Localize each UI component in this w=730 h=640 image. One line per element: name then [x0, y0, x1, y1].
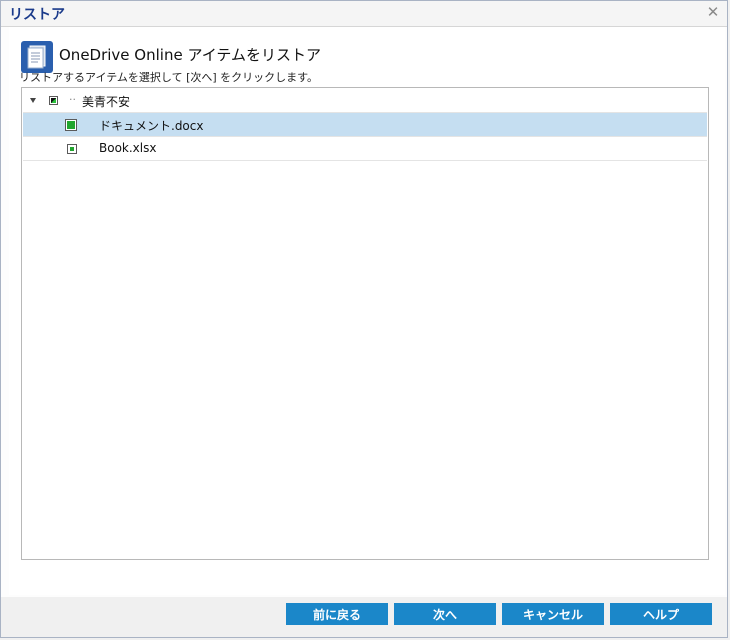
instruction-text: リストアするアイテムを選択して [次へ] をクリックします。 — [19, 71, 319, 84]
next-button[interactable]: 次へ — [394, 603, 496, 625]
close-icon[interactable]: ✕ — [705, 4, 721, 20]
tree-item-label: ドキュメント.docx — [99, 119, 204, 133]
dialog-footer: 前に戻る 次へ キャンセル ヘルプ — [1, 597, 727, 637]
tree-row-root[interactable]: ·· 美青不安 — [23, 89, 707, 113]
dialog-body: OneDrive Online アイテムをリストア リストアするアイテムを選択し… — [9, 27, 725, 595]
checked-checkbox-icon[interactable] — [65, 119, 77, 131]
tree-row-item[interactable]: ドキュメント.docx — [23, 113, 707, 137]
page-title: OneDrive Online アイテムをリストア — [59, 46, 321, 64]
tree-item-label: Book.xlsx — [99, 141, 157, 155]
tree-root-label: 美青不安 — [82, 95, 131, 109]
dialog-titlebar: リストア ✕ — [1, 1, 727, 27]
back-button[interactable]: 前に戻る — [286, 603, 388, 625]
cancel-button[interactable]: キャンセル — [502, 603, 604, 625]
partial-checkbox-icon[interactable] — [49, 96, 58, 105]
restore-dialog: リストア ✕ OneDrive Online アイテムをリストア リストアするア… — [0, 0, 728, 638]
dialog-title: リストア — [9, 7, 65, 23]
tree-row-item[interactable]: Book.xlsx — [23, 137, 707, 161]
expand-arrow-icon[interactable] — [30, 98, 36, 103]
help-button[interactable]: ヘルプ — [610, 603, 712, 625]
tree-connector: ·· — [69, 93, 76, 106]
checked-checkbox-icon[interactable] — [67, 144, 77, 154]
item-tree: ·· 美青不安 ドキュメント.docx Book.xlsx — [21, 87, 709, 560]
